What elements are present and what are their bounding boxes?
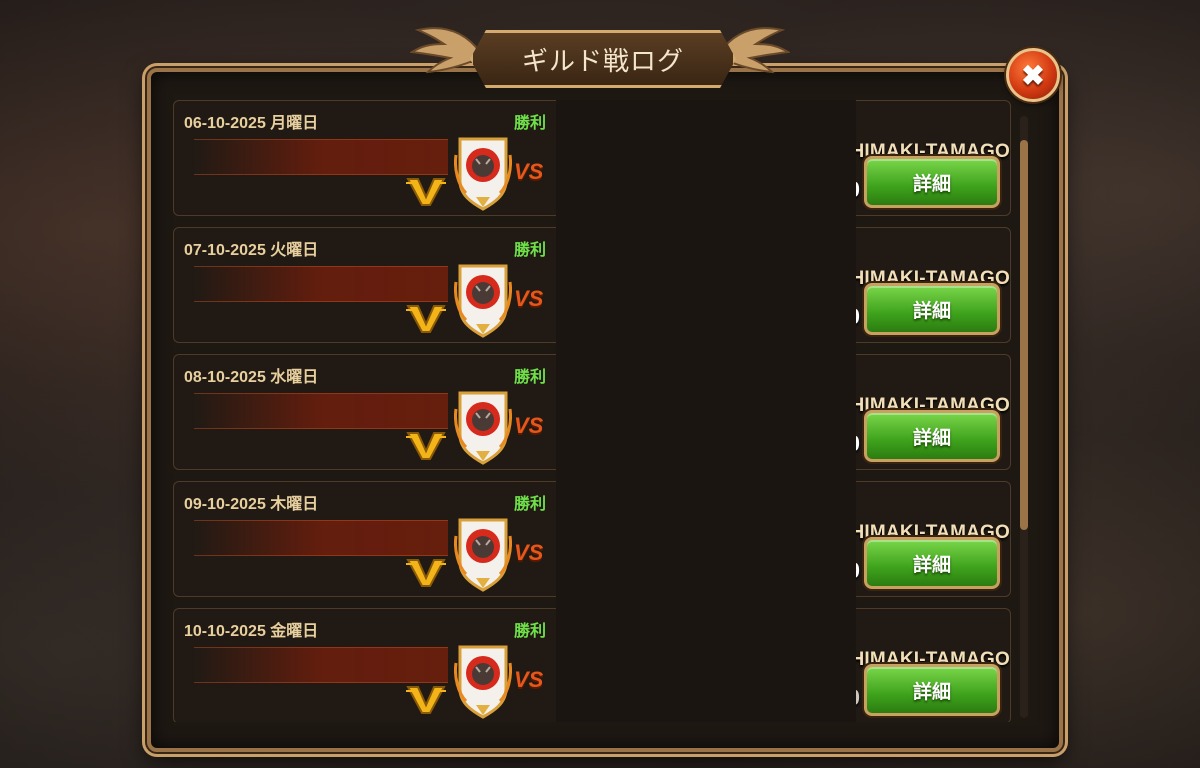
blank-content-area	[556, 100, 856, 722]
battle-result: 勝利	[514, 242, 547, 259]
guild-name-banner	[194, 520, 448, 556]
battle-date: 09-10-2025 木曜日	[184, 496, 319, 513]
guild-emblem-icon	[454, 264, 512, 338]
victory-points-icon	[406, 432, 446, 460]
vs-label: VS	[514, 667, 544, 692]
battle-result: 勝利	[514, 115, 547, 132]
vs-label: VS	[514, 540, 544, 565]
battle-result: 勝利	[514, 496, 547, 513]
guild-name-banner	[194, 266, 448, 302]
battle-result: 勝利	[514, 369, 547, 386]
close-button[interactable]: ✖	[1006, 48, 1060, 102]
guild-emblem-icon	[454, 391, 512, 465]
guild-emblem-icon	[454, 518, 512, 592]
victory-points-icon	[406, 686, 446, 714]
guild-emblem-icon	[454, 137, 512, 211]
close-icon: ✖	[1021, 59, 1045, 91]
victory-points-icon	[406, 178, 446, 206]
vs-label: VS	[514, 286, 544, 311]
left-wing-ornament	[410, 27, 481, 74]
guild-emblem-icon	[454, 645, 512, 719]
detail-button[interactable]: 詳細	[864, 537, 1000, 589]
battle-date: 08-10-2025 水曜日	[184, 369, 319, 386]
detail-button[interactable]: 詳細	[864, 410, 1000, 462]
title-plate: ギルド戦ログ	[470, 30, 736, 88]
vs-label: VS	[514, 159, 544, 184]
scrollbar[interactable]	[1020, 116, 1028, 718]
victory-points-icon	[406, 559, 446, 587]
guild-name-banner	[194, 647, 448, 683]
battle-date: 06-10-2025 月曜日	[184, 115, 319, 132]
page-title: ギルド戦ログ	[521, 45, 684, 76]
battle-date: 10-10-2025 金曜日	[184, 623, 319, 640]
detail-button[interactable]: 詳細	[864, 283, 1000, 335]
scroll-thumb[interactable]	[1020, 140, 1028, 530]
battle-date: 07-10-2025 火曜日	[184, 242, 319, 259]
victory-points-icon	[406, 305, 446, 333]
detail-button[interactable]: 詳細	[864, 156, 1000, 208]
guild-name-banner	[194, 393, 448, 429]
detail-button[interactable]: 詳細	[864, 664, 1000, 716]
vs-label: VS	[514, 413, 544, 438]
guild-name-banner	[194, 139, 448, 175]
battle-result: 勝利	[514, 623, 547, 640]
